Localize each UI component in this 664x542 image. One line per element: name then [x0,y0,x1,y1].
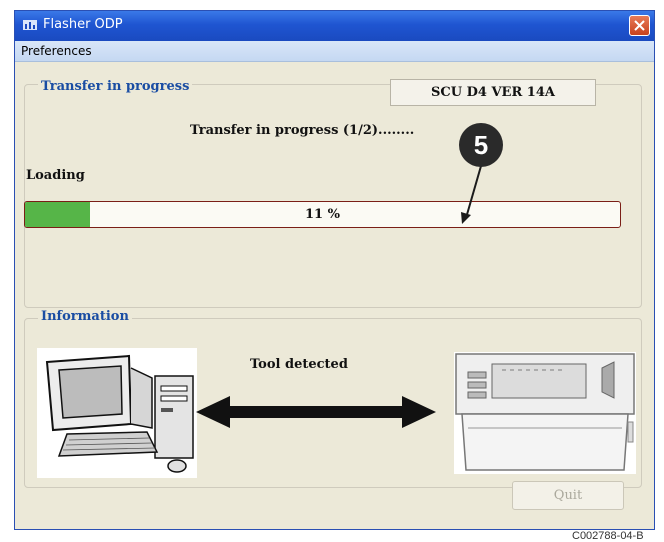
progress-bar: 11 % [24,201,621,228]
menu-bar: Preferences [15,41,654,62]
double-arrow-icon [196,396,436,428]
computer-illustration [37,348,197,478]
callout-number-badge: 5 [459,123,503,167]
close-button[interactable] [629,15,650,36]
tool-detected-text: Tool detected [250,357,348,372]
progress-text: 11 % [305,207,340,222]
boiler-control-illustration [454,352,636,474]
menu-preferences[interactable]: Preferences [21,44,92,58]
figure-reference: C002788-04-B [572,530,644,542]
window-title: Flasher ODP [43,17,123,32]
transfer-group-label: Transfer in progress [38,79,193,94]
app-icon [23,20,37,30]
device-version-field: SCU D4 VER 14A [390,79,596,106]
loading-label: Loading [26,168,85,183]
transfer-status-text: Transfer in progress (1/2)........ [190,123,415,138]
quit-button[interactable]: Quit [512,481,624,510]
title-bar[interactable]: Flasher ODP [15,11,654,41]
information-group-label: Information [38,309,132,324]
close-icon [634,20,645,31]
transfer-group [24,84,642,308]
